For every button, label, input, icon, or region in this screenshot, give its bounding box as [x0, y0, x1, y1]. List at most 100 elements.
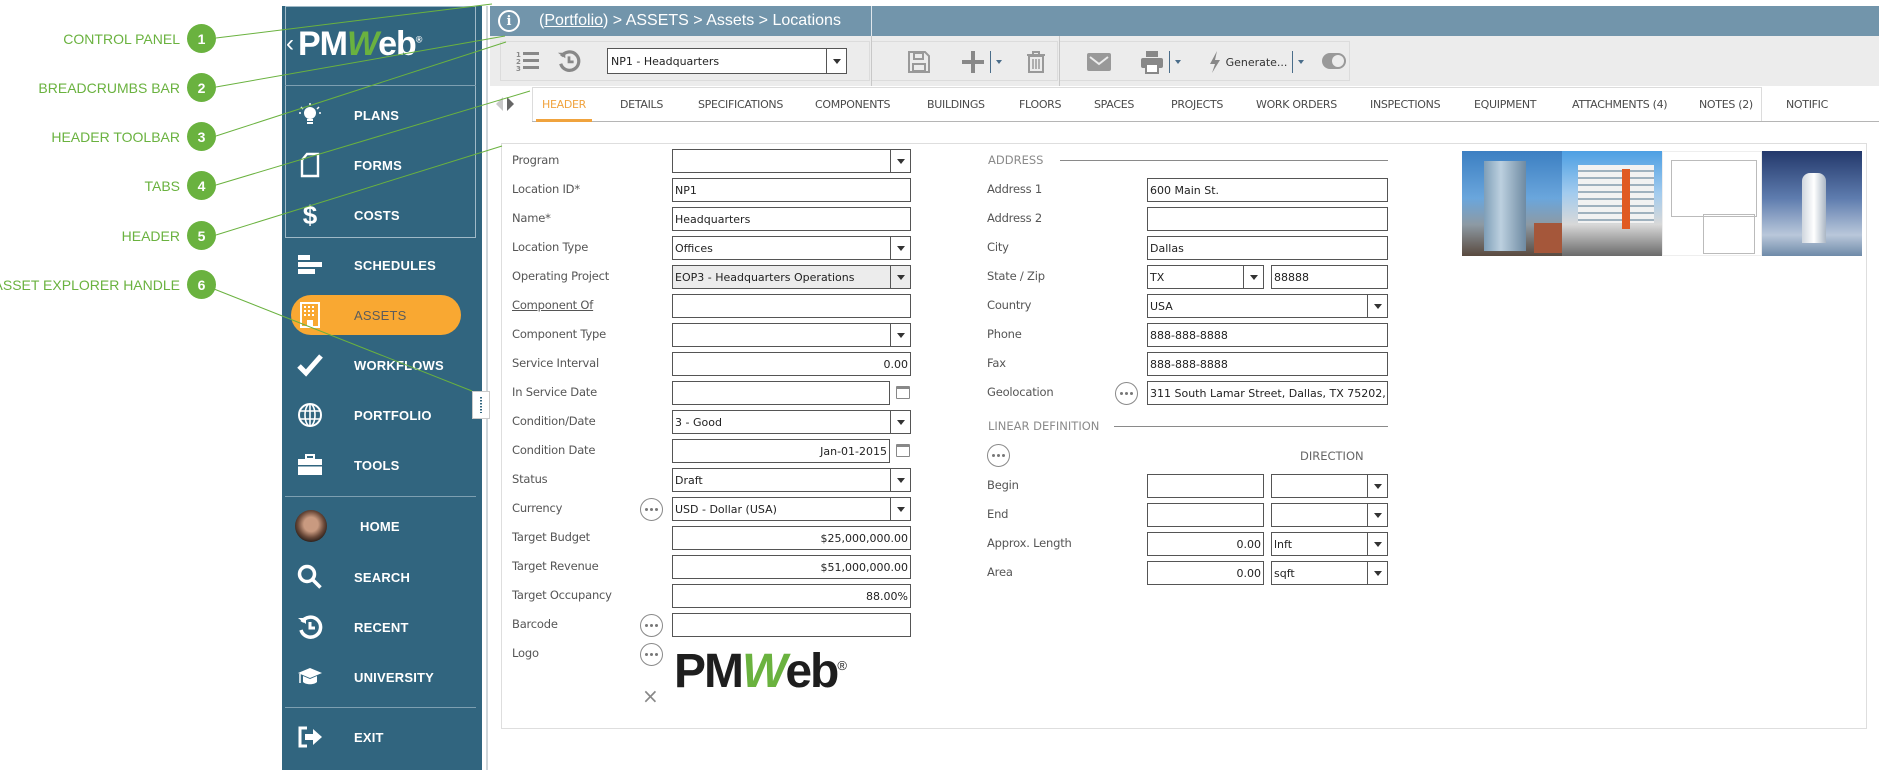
tab-notifications[interactable]: NOTIFIC: [1786, 86, 1828, 122]
calendar-icon[interactable]: [896, 444, 910, 457]
sidebar-item-recent[interactable]: RECENT: [282, 606, 482, 648]
tab-details[interactable]: DETAILS: [620, 86, 663, 122]
floor-plan-drawing[interactable]: [1662, 151, 1762, 256]
name-field[interactable]: Headquarters: [672, 207, 911, 231]
zip-field[interactable]: 88888: [1271, 265, 1388, 289]
toolbox-icon: [296, 451, 324, 479]
area-unit-select[interactable]: sqft: [1271, 561, 1388, 585]
state-select[interactable]: TX: [1147, 265, 1264, 289]
remove-logo-icon[interactable]: ×: [642, 684, 659, 708]
sidebar-item-home[interactable]: HOME: [282, 505, 482, 547]
tab-floors[interactable]: FLOORS: [1019, 86, 1062, 122]
annotation-label-control-panel: CONTROL PANEL: [63, 31, 180, 47]
history-icon[interactable]: [556, 48, 582, 74]
country-select[interactable]: USA: [1147, 294, 1388, 318]
condition-select[interactable]: 3 - Good: [672, 410, 911, 434]
sidebar-item-workflows[interactable]: WORKFLOWS: [282, 344, 482, 386]
tab-spaces[interactable]: SPACES: [1094, 86, 1134, 122]
operating-project-select[interactable]: EOP3 - Headquarters Operations: [672, 265, 911, 289]
tab-attachments[interactable]: ATTACHMENTS (4): [1572, 86, 1668, 122]
target-occupancy-field[interactable]: 88.00%: [672, 584, 911, 608]
linear-ellipsis-button[interactable]: [987, 444, 1010, 467]
tab-work-orders[interactable]: WORK ORDERS: [1256, 86, 1337, 122]
collapse-chevron-icon[interactable]: ‹: [286, 30, 294, 58]
sidebar-item-exit[interactable]: EXIT: [282, 716, 482, 758]
target-budget-field[interactable]: $25,000,000.00: [672, 526, 911, 550]
tab-components[interactable]: COMPONENTS: [815, 86, 891, 122]
location-type-select[interactable]: Offices: [672, 236, 911, 260]
condition-date-field[interactable]: Jan-01-2015: [672, 439, 890, 463]
approx-length-field[interactable]: 0.00: [1147, 532, 1264, 556]
save-icon[interactable]: [906, 49, 932, 75]
numbered-list-icon[interactable]: 123: [515, 48, 541, 74]
fax-field[interactable]: 888-888-8888: [1147, 352, 1388, 376]
sidebar-item-schedules[interactable]: SCHEDULES: [282, 244, 482, 286]
component-of-field[interactable]: [672, 294, 911, 318]
toggle-switch[interactable]: [1322, 52, 1346, 70]
delete-icon[interactable]: [1024, 49, 1048, 75]
tab-buildings[interactable]: BUILDINGS: [927, 86, 985, 122]
area-field[interactable]: 0.00: [1147, 561, 1264, 585]
tab-specifications[interactable]: SPECIFICATIONS: [698, 86, 783, 122]
label-service-interval: Service Interval: [512, 356, 599, 370]
barcode-ellipsis-button[interactable]: [640, 614, 663, 637]
sidebar-item-forms[interactable]: FORMS: [282, 144, 482, 186]
tab-equipment[interactable]: EQUIPMENT: [1474, 86, 1537, 122]
length-unit-select[interactable]: lnft: [1271, 532, 1388, 556]
program-select[interactable]: [672, 149, 911, 173]
location-id-field[interactable]: NP1: [672, 178, 911, 202]
info-icon[interactable]: i: [498, 10, 520, 32]
tab-header[interactable]: HEADER: [535, 86, 593, 122]
sidebar-item-assets[interactable]: ASSETS: [282, 294, 482, 336]
city-field[interactable]: Dallas: [1147, 236, 1388, 260]
logo-ellipsis-button[interactable]: [640, 643, 663, 666]
breadcrumb-link-portfolio[interactable]: Portfolio: [544, 12, 603, 29]
pmweb-logo[interactable]: ‹ PMWeb®: [286, 24, 422, 64]
sidebar-item-costs[interactable]: $ COSTS: [282, 194, 482, 236]
tab-scroll-right-icon[interactable]: [507, 97, 514, 111]
link-component-of[interactable]: Component Of: [512, 298, 593, 312]
begin-field[interactable]: [1147, 474, 1264, 498]
generate-button[interactable]: Generate...: [1200, 49, 1312, 75]
tab-scroll-left-icon[interactable]: [496, 97, 503, 111]
record-selector[interactable]: NP1 - Headquarters: [607, 48, 847, 74]
currency-select[interactable]: USD - Dollar (USA): [672, 497, 911, 521]
asset-explorer-handle[interactable]: [472, 391, 490, 419]
sidebar-item-label: COSTS: [354, 207, 400, 223]
sidebar-item-label: UNIVERSITY: [354, 669, 435, 685]
geolocation-ellipsis-button[interactable]: [1115, 382, 1138, 405]
begin-direction-select[interactable]: [1271, 474, 1388, 498]
sidebar-item-portfolio[interactable]: PORTFOLIO: [282, 394, 482, 436]
apartment-building-photo[interactable]: [1562, 151, 1662, 256]
condition-date-value: Jan-01-2015: [820, 444, 887, 458]
tab-notes[interactable]: NOTES (2): [1699, 86, 1753, 122]
chevron-down-icon: [890, 411, 910, 433]
sidebar-item-search[interactable]: SEARCH: [282, 556, 482, 598]
add-button[interactable]: [954, 49, 1008, 75]
sidebar-item-plans[interactable]: PLANS: [282, 94, 482, 136]
phone-field[interactable]: 888-888-8888: [1147, 323, 1388, 347]
print-button[interactable]: [1132, 49, 1188, 75]
chevron-down-icon: [1367, 562, 1387, 584]
end-direction-select[interactable]: [1271, 503, 1388, 527]
in-service-date-field[interactable]: [672, 381, 890, 405]
end-field[interactable]: [1147, 503, 1264, 527]
sidebar-item-university[interactable]: UNIVERSITY: [282, 656, 482, 698]
geolocation-field[interactable]: 311 South Lamar Street, Dallas, TX 75202…: [1147, 381, 1388, 405]
component-type-select[interactable]: [672, 323, 911, 347]
waterfront-tower-photo[interactable]: [1762, 151, 1862, 256]
target-revenue-field[interactable]: $51,000,000.00: [672, 555, 911, 579]
service-interval-field[interactable]: 0.00: [672, 352, 911, 376]
tab-inspections[interactable]: INSPECTIONS: [1370, 86, 1441, 122]
tab-projects[interactable]: PROJECTS: [1171, 86, 1223, 122]
annotation-label-header: HEADER: [121, 228, 180, 244]
office-tower-photo[interactable]: [1462, 151, 1562, 256]
barcode-field[interactable]: [672, 613, 911, 637]
email-icon[interactable]: [1086, 49, 1112, 75]
address2-field[interactable]: [1147, 207, 1388, 231]
status-select[interactable]: Draft: [672, 468, 911, 492]
calendar-icon[interactable]: [896, 386, 910, 399]
currency-ellipsis-button[interactable]: [640, 498, 663, 521]
sidebar-item-tools[interactable]: TOOLS: [282, 444, 482, 486]
address1-field[interactable]: 600 Main St.: [1147, 178, 1388, 202]
